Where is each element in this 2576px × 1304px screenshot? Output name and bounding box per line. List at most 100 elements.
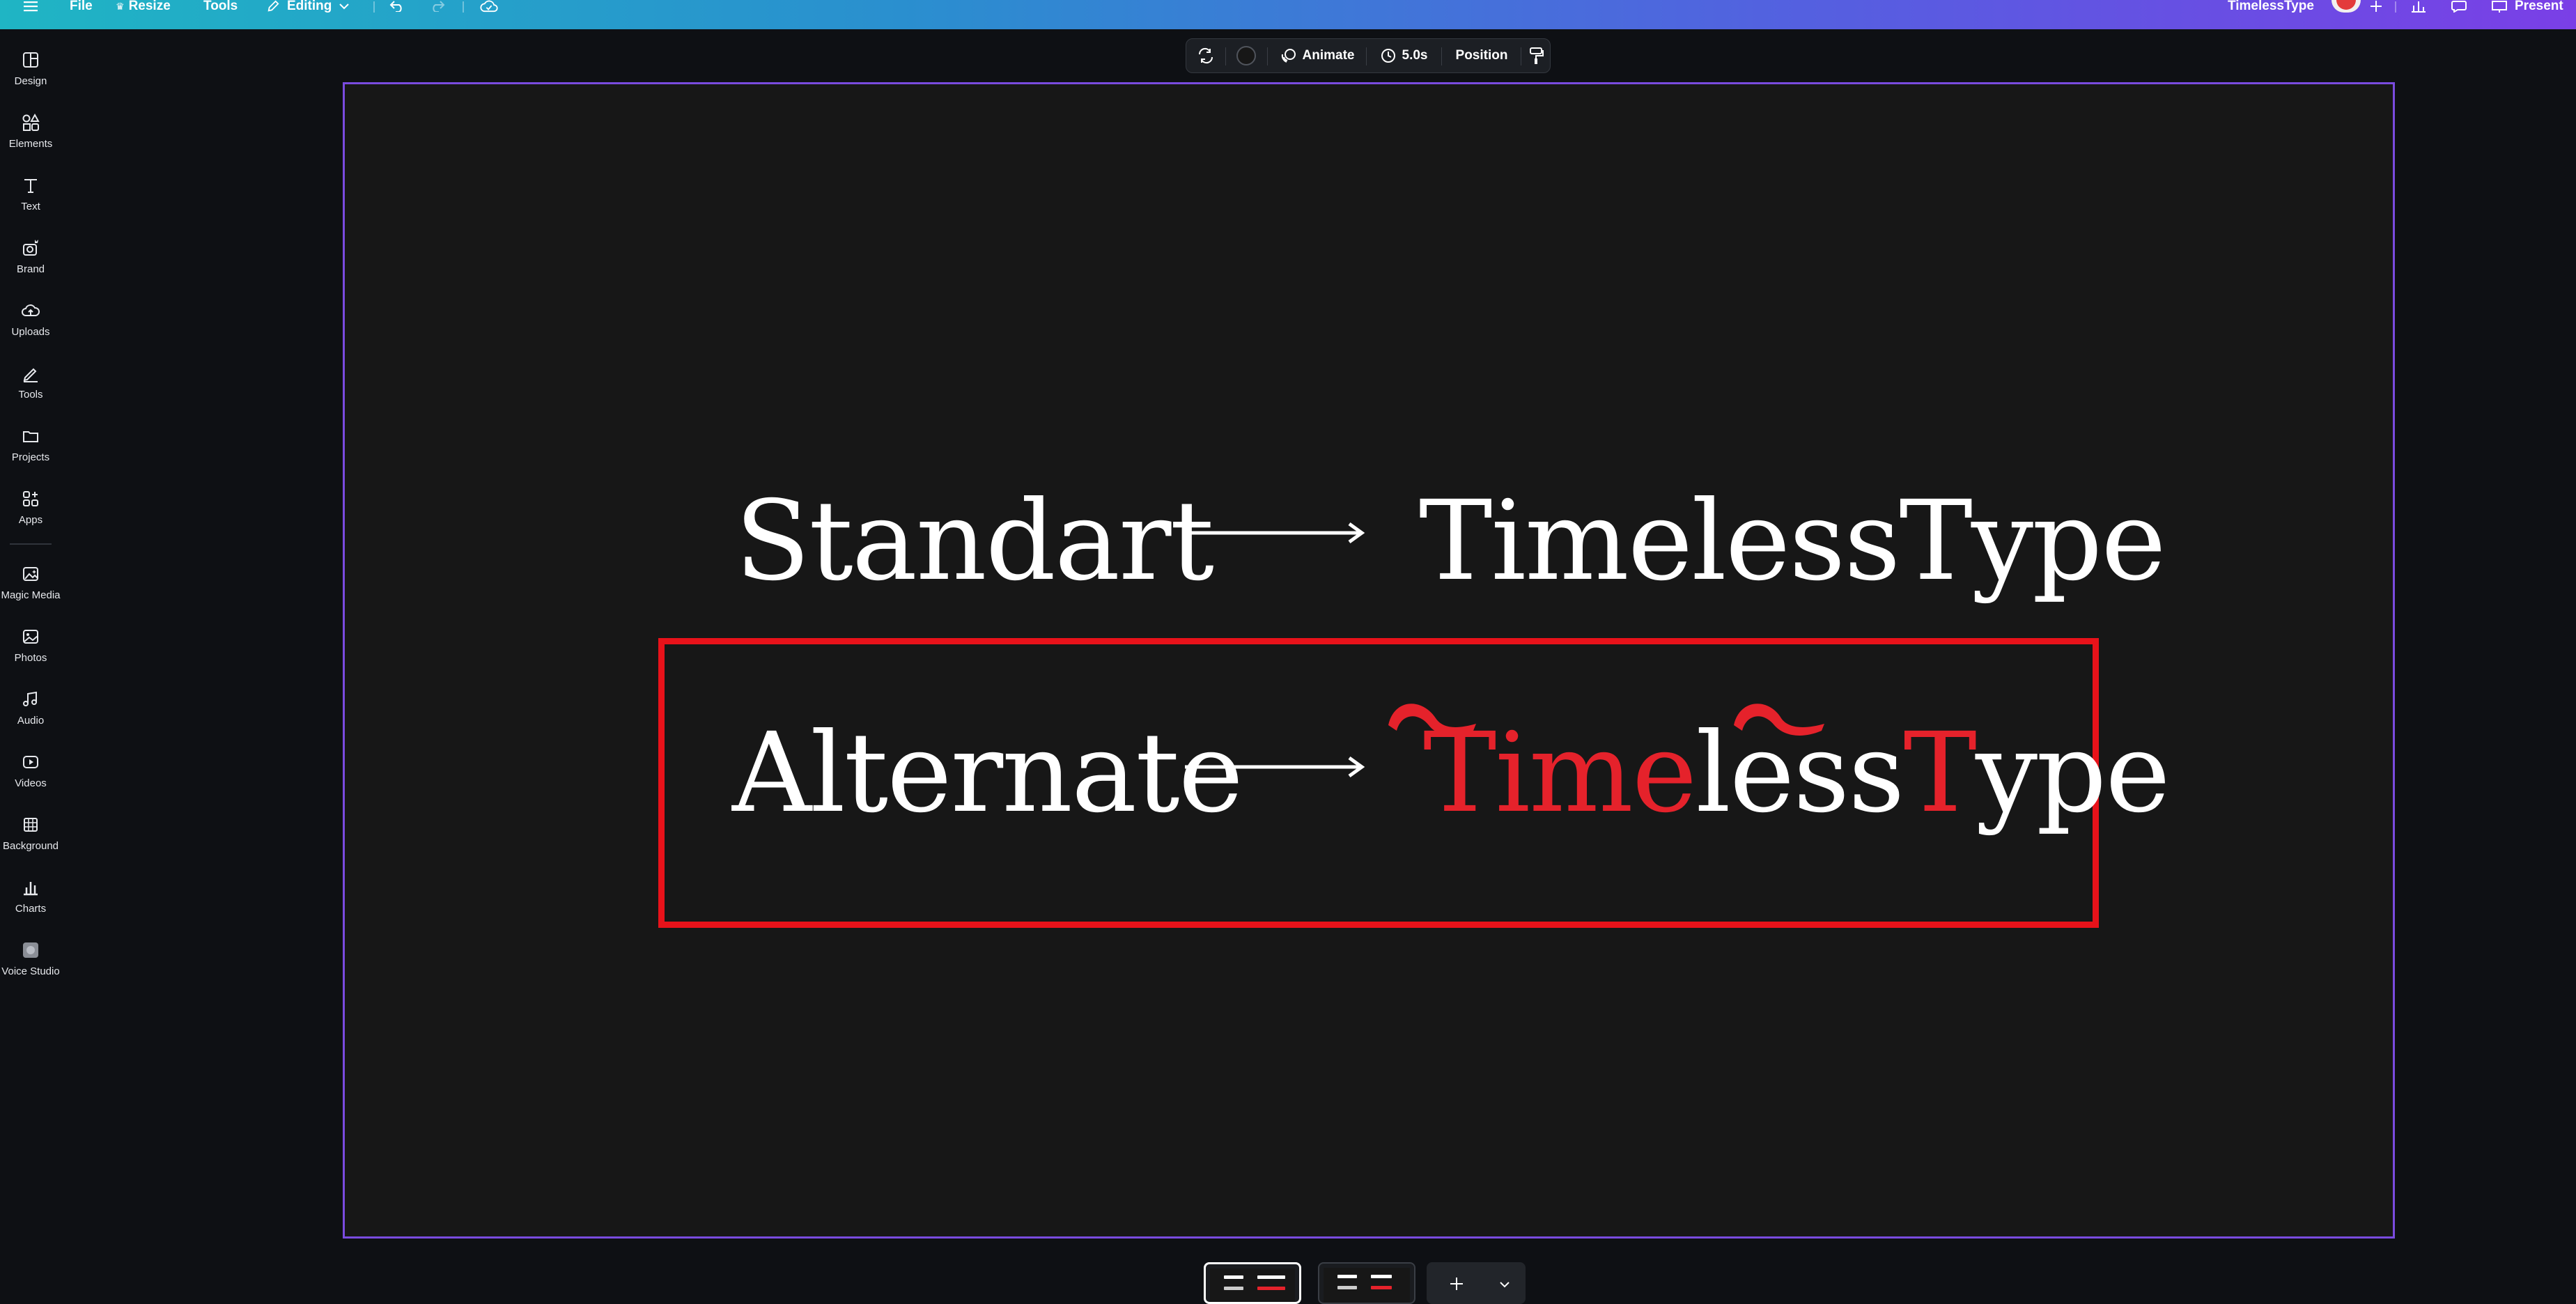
text-icon: [24, 179, 37, 193]
timelesstype-standard[interactable]: TimelessType: [1419, 486, 2166, 596]
page-thumbnail-1[interactable]: [1204, 1262, 1301, 1304]
alt-glyph-red: e: [1631, 709, 1698, 837]
page-thumbnail-2[interactable]: [1318, 1262, 1415, 1304]
pencil-icon: [267, 0, 279, 12]
design-icon: [23, 52, 38, 68]
toolbar-divider: [1441, 47, 1442, 65]
sidebar-label: Tools: [18, 389, 43, 401]
thumbnail-text-line: [1257, 1287, 1285, 1290]
left-sidebar: Design Elements Text Brand Uploads Tools…: [0, 29, 61, 1304]
chevron-down-icon: [339, 3, 350, 10]
chevron-down-icon[interactable]: [1499, 1280, 1510, 1289]
duration-label: 5.0s: [1402, 48, 1428, 63]
elements-icon: [22, 113, 40, 131]
sidebar-label: Elements: [8, 138, 53, 150]
thumbnail-text-line: [1371, 1275, 1392, 1278]
avatar[interactable]: [2331, 0, 2361, 13]
voice-studio-icon: [23, 942, 38, 958]
sidebar-item-text[interactable]: Text: [0, 176, 61, 224]
photos-icon: [23, 630, 38, 644]
sidebar-item-voice-studio[interactable]: Voice Studio: [0, 940, 61, 989]
undo-icon[interactable]: [387, 0, 407, 13]
present-label: Present: [2515, 0, 2563, 13]
sidebar-label: Audio: [17, 715, 45, 727]
sidebar-label: Design: [14, 75, 47, 87]
cloud-save-icon[interactable]: [478, 0, 500, 13]
alt-glyph-white: ype: [1975, 709, 2171, 837]
sidebar-item-background[interactable]: Background: [0, 815, 61, 864]
sidebar-label: Magic Media: [1, 589, 61, 601]
standard-label[interactable]: Standart: [735, 486, 1214, 596]
canva-editor: File ♛ Resize Tools Editing TimelessType: [0, 0, 2576, 1304]
sidebar-label: Uploads: [11, 326, 50, 338]
position-button[interactable]: Position: [1447, 39, 1516, 72]
alt-glyph-red: T: [1903, 709, 1976, 837]
thumbnail-text-line: [1224, 1287, 1243, 1290]
sidebar-item-uploads[interactable]: Uploads: [0, 301, 61, 350]
sidebar-item-tools[interactable]: Tools: [0, 364, 61, 412]
timelesstype-alternate[interactable]: TimelessType: [1423, 718, 2171, 828]
sidebar-item-charts[interactable]: Charts: [0, 878, 61, 926]
sidebar-label: Projects: [11, 451, 50, 463]
sidebar-label: Voice Studio: [1, 965, 60, 977]
redo-icon[interactable]: [428, 0, 447, 13]
comment-icon[interactable]: [2449, 0, 2469, 13]
animate-button[interactable]: Animate: [1274, 39, 1360, 72]
topbar-divider: [2395, 1, 2396, 13]
duration-button[interactable]: 5.0s: [1372, 39, 1436, 72]
sidebar-item-elements[interactable]: Elements: [0, 113, 61, 162]
sidebar-item-magic-media[interactable]: Magic Media: [0, 564, 61, 613]
resize-label: Resize: [128, 0, 171, 13]
floating-toolbar: Animate 5.0s Position: [1186, 38, 1551, 73]
alt-glyph-red: Ti: [1423, 709, 1530, 837]
copy-style-icon[interactable]: [1523, 39, 1549, 72]
thumbnail-text-line: [1371, 1286, 1392, 1289]
uploads-icon: [22, 304, 40, 316]
sidebar-item-design[interactable]: Design: [0, 50, 61, 99]
sidebar-item-audio[interactable]: Audio: [0, 690, 61, 738]
topbar-divider: [373, 1, 375, 13]
color-swatch-button[interactable]: [1231, 39, 1262, 72]
animate-icon: [1281, 49, 1296, 63]
replace-icon[interactable]: [1192, 39, 1220, 72]
topbar-divider: [463, 1, 464, 13]
projects-icon: [23, 431, 38, 442]
present-icon: [2492, 1, 2507, 13]
present-button[interactable]: Present: [2491, 0, 2563, 13]
thumbnail-text-line: [1337, 1286, 1357, 1289]
sidebar-label: Videos: [15, 777, 47, 789]
alternate-label[interactable]: Alternate: [732, 718, 1243, 828]
tools-menu-button[interactable]: Tools: [203, 0, 238, 13]
sidebar-label: Apps: [18, 514, 43, 526]
sidebar-label: Photos: [14, 652, 47, 664]
plus-icon[interactable]: [2367, 0, 2385, 13]
thumbnail-text-line: [1257, 1275, 1285, 1279]
brand-icon: [23, 240, 38, 256]
hamburger-icon[interactable]: [21, 0, 40, 13]
sidebar-item-photos[interactable]: Photos: [0, 627, 61, 676]
plus-icon: [1450, 1278, 1463, 1290]
editing-mode-button[interactable]: Editing: [266, 0, 350, 13]
sidebar-item-videos[interactable]: Videos: [0, 752, 61, 801]
thumbnail-preview: [1324, 1268, 1410, 1303]
sidebar-item-projects[interactable]: Projects: [0, 426, 61, 475]
sidebar-item-apps[interactable]: Apps: [0, 489, 61, 538]
toolbar-divider: [1225, 47, 1226, 65]
thumbnail-text-line: [1337, 1275, 1357, 1278]
file-menu-button[interactable]: File: [70, 0, 93, 13]
design-title[interactable]: TimelessType: [2228, 0, 2314, 13]
insights-icon[interactable]: [2409, 0, 2428, 13]
alt-glyph-white: less: [1696, 709, 1904, 837]
design-page[interactable]: Standart TimelessType Alternate Timeless…: [343, 82, 2395, 1239]
charts-icon: [24, 882, 38, 896]
add-page-button[interactable]: [1427, 1262, 1526, 1304]
thumbnail-text-line: [1224, 1275, 1243, 1279]
editing-label: Editing: [287, 0, 332, 13]
color-swatch: [1236, 46, 1256, 65]
resize-button[interactable]: ♛ Resize: [116, 0, 171, 13]
sidebar-divider: [10, 543, 52, 545]
sidebar-label: Background: [2, 840, 59, 852]
alt-glyph-red: m: [1528, 709, 1634, 837]
sidebar-label: Brand: [16, 263, 45, 275]
sidebar-item-brand[interactable]: Brand: [0, 238, 61, 287]
